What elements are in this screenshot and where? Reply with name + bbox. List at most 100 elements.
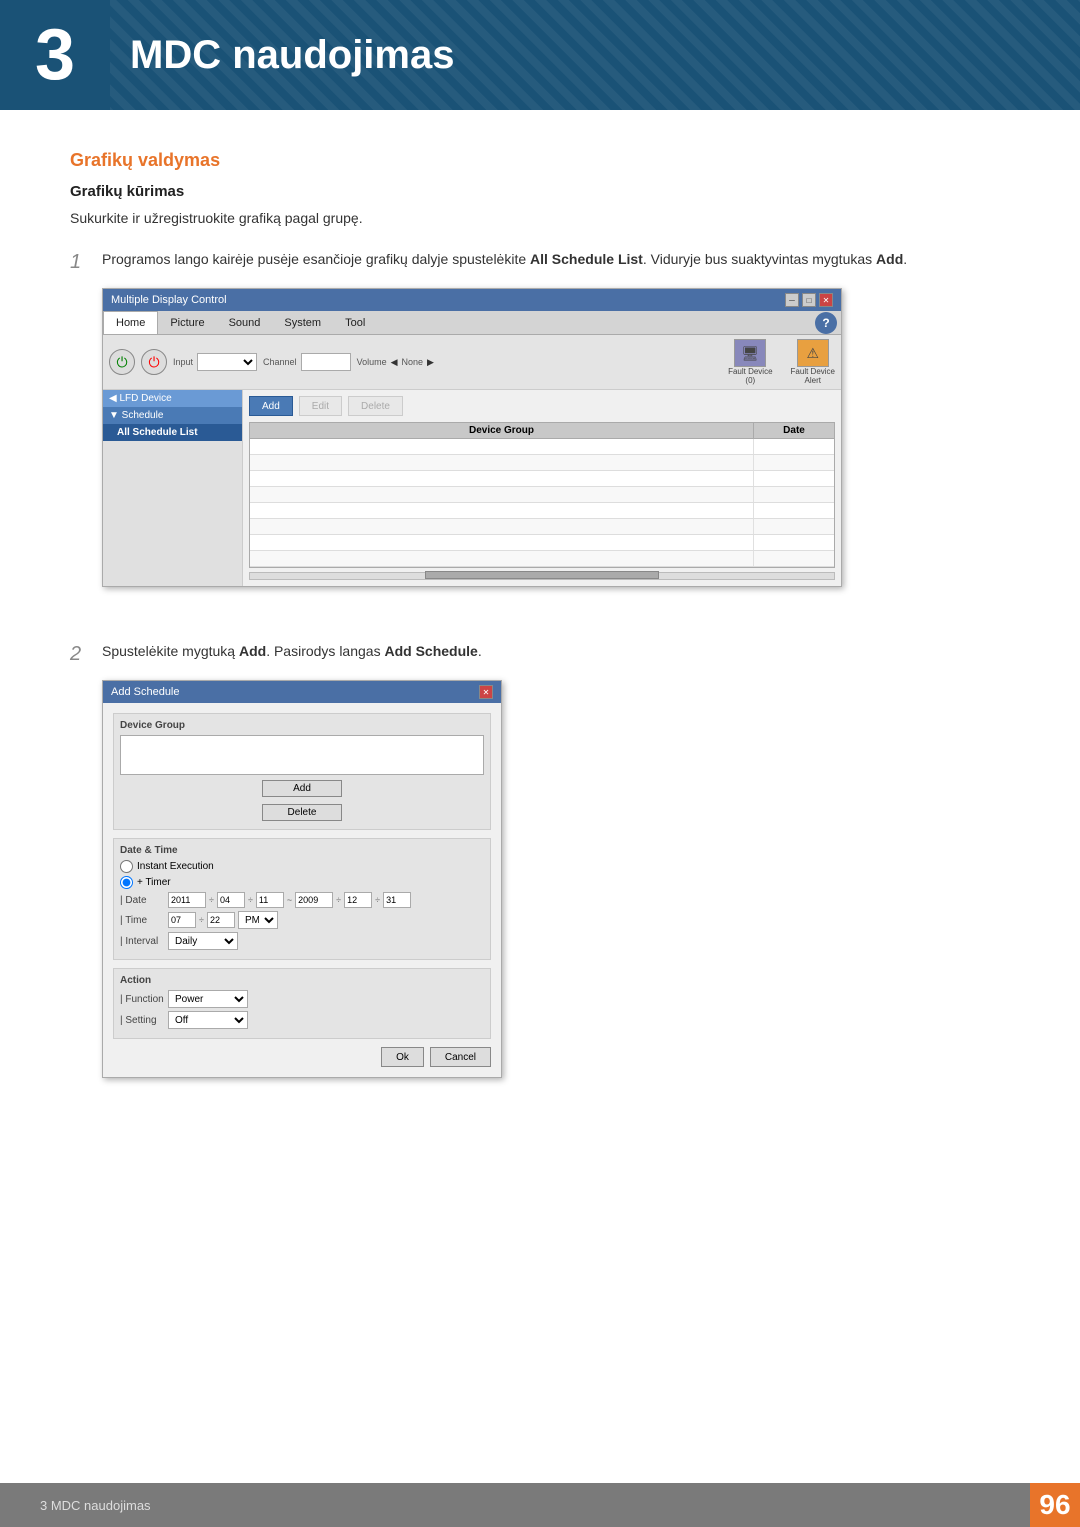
- menu-picture[interactable]: Picture: [158, 311, 216, 334]
- minimize-button[interactable]: ─: [785, 293, 799, 307]
- step-1: 1 Programos lango kairėje pusėje esančio…: [70, 249, 1010, 611]
- help-button[interactable]: ?: [815, 312, 837, 334]
- table-row[interactable]: [250, 487, 834, 503]
- channel-label: Channel: [263, 357, 297, 367]
- fault-device-image: 🖥: [734, 339, 766, 367]
- time-hour[interactable]: [168, 912, 196, 928]
- fault-alert-label: Fault Device: [791, 367, 835, 376]
- table-row[interactable]: [250, 439, 834, 455]
- table-row[interactable]: [250, 503, 834, 519]
- power-off-button[interactable]: ⏻: [141, 349, 167, 375]
- date-cell: [754, 519, 834, 534]
- input-select[interactable]: [197, 353, 257, 371]
- date-year-from[interactable]: [168, 892, 206, 908]
- schedule-section-header[interactable]: ▼ Schedule: [103, 407, 242, 424]
- volume-right-arrow[interactable]: ▶: [427, 357, 434, 368]
- date-day-from[interactable]: [256, 892, 284, 908]
- volume-label: Volume: [357, 357, 387, 367]
- intro-paragraph: Sukurkite ir užregistruokite grafiką pag…: [70, 208, 1010, 229]
- menu-system[interactable]: System: [272, 311, 333, 334]
- add-schedule-window: Add Schedule ✕ Device Group Add Delete: [102, 680, 502, 1078]
- date-cell: [754, 535, 834, 550]
- add-button[interactable]: Add: [249, 396, 293, 416]
- date-field-label: | Date: [120, 895, 165, 906]
- device-group-cell: [250, 535, 754, 550]
- chapter-number-box: 3: [0, 0, 110, 110]
- menu-tool[interactable]: Tool: [333, 311, 377, 334]
- interval-field-label: | Interval: [120, 936, 165, 947]
- table-rows: [249, 439, 835, 568]
- lfd-section-header[interactable]: ◀ LFD Device: [103, 390, 242, 407]
- date-time-label: Date & Time: [120, 845, 484, 856]
- cancel-button[interactable]: Cancel: [430, 1047, 491, 1067]
- table-row[interactable]: [250, 551, 834, 567]
- action-section: Action | Function Power | Setting Off On: [113, 968, 491, 1039]
- device-group-cell: [250, 439, 754, 454]
- fault-device-icon: 🖥 Fault Device (0): [728, 339, 772, 385]
- add-schedule-titlebar: Add Schedule ✕: [103, 681, 501, 703]
- date-row: | Date ÷ ÷ ~ ÷ ÷: [120, 892, 484, 908]
- instant-execution-radio[interactable]: [120, 860, 133, 873]
- volume-group: Volume ◀ None ▶: [357, 357, 434, 368]
- mdc-window: Multiple Display Control ─ □ ✕ Home Pict…: [102, 288, 842, 587]
- page-number: 96: [1039, 1489, 1070, 1521]
- horizontal-scrollbar[interactable]: [249, 572, 835, 580]
- date-cell: [754, 503, 834, 518]
- ok-button[interactable]: Ok: [381, 1047, 424, 1067]
- menu-home[interactable]: Home: [103, 311, 158, 334]
- action-row: Add Edit Delete: [249, 396, 835, 416]
- device-group-list[interactable]: [120, 735, 484, 775]
- timer-label: + Timer: [137, 877, 171, 888]
- table-row[interactable]: [250, 471, 834, 487]
- device-group-section: Device Group Add Delete: [113, 713, 491, 830]
- scrollbar-thumb[interactable]: [425, 571, 659, 579]
- date-day-to[interactable]: [383, 892, 411, 908]
- time-ampm-select[interactable]: PM AM: [238, 911, 278, 929]
- all-schedule-list-item[interactable]: All Schedule List: [103, 424, 242, 441]
- table-row[interactable]: [250, 519, 834, 535]
- function-select[interactable]: Power: [168, 990, 248, 1008]
- chapter-header: 3 MDC naudojimas: [0, 0, 1080, 110]
- timer-row: + Timer: [120, 876, 484, 889]
- input-label: Input: [173, 357, 193, 367]
- mdc-title: Multiple Display Control: [111, 294, 227, 306]
- delete-button[interactable]: Delete: [348, 396, 403, 416]
- interval-select[interactable]: Daily Weekly Monthly: [168, 932, 238, 950]
- device-group-delete-button[interactable]: Delete: [262, 804, 342, 821]
- setting-row: | Setting Off On: [120, 1011, 484, 1029]
- fault-device-label: Fault Device: [728, 367, 772, 376]
- step-1-number: 1: [70, 251, 90, 274]
- chapter-title: MDC naudojimas: [130, 33, 454, 78]
- date-year-to[interactable]: [295, 892, 333, 908]
- add-schedule-close-button[interactable]: ✕: [479, 685, 493, 699]
- device-group-cell: [250, 487, 754, 502]
- channel-input[interactable]: [301, 353, 351, 371]
- power-on-button[interactable]: ⏻: [109, 349, 135, 375]
- time-minute[interactable]: [207, 912, 235, 928]
- page-number-box: 96: [1030, 1483, 1080, 1527]
- mdc-titlebar-controls[interactable]: ─ □ ✕: [785, 293, 833, 307]
- date-month-from[interactable]: [217, 892, 245, 908]
- device-group-add-button[interactable]: Add: [262, 780, 342, 797]
- input-group: Input: [173, 353, 257, 371]
- table-row[interactable]: [250, 535, 834, 551]
- close-button[interactable]: ✕: [819, 293, 833, 307]
- action-label: Action: [120, 975, 484, 986]
- edit-button[interactable]: Edit: [299, 396, 342, 416]
- fault-icons: 🖥 Fault Device (0) ⚠ Fault Device Alert: [718, 339, 835, 385]
- date-cell: [754, 551, 834, 566]
- device-group-label: Device Group: [120, 720, 484, 731]
- volume-left-arrow[interactable]: ◀: [391, 357, 398, 368]
- step-1-content: Programos lango kairėje pusėje esančioje…: [102, 249, 1010, 611]
- subsection-heading: Grafikų kūrimas: [70, 183, 1010, 200]
- setting-select[interactable]: Off On: [168, 1011, 248, 1029]
- table-row[interactable]: [250, 455, 834, 471]
- date-month-to[interactable]: [344, 892, 372, 908]
- fault-alert-image: ⚠: [797, 339, 829, 367]
- date-cell: [754, 439, 834, 454]
- timer-radio[interactable]: [120, 876, 133, 889]
- maximize-button[interactable]: □: [802, 293, 816, 307]
- menu-sound[interactable]: Sound: [217, 311, 273, 334]
- function-row: | Function Power: [120, 990, 484, 1008]
- mdc-toolbar: ⏻ ⏻ Input Channel Volume ◀: [103, 335, 841, 390]
